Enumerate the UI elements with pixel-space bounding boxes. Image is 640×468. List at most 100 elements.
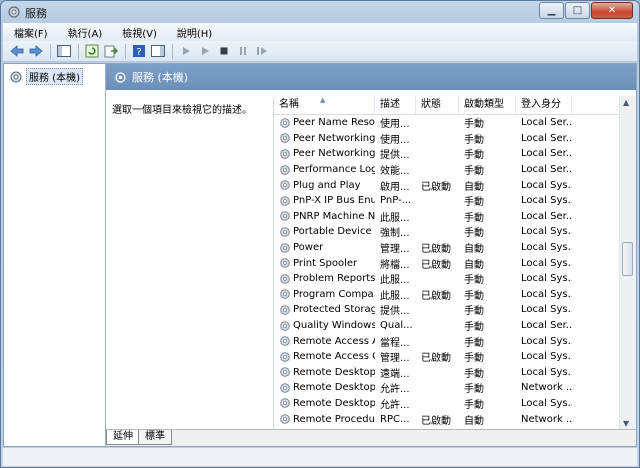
play-icon	[183, 47, 190, 55]
service-name: PNRP Machine N...	[293, 210, 375, 222]
service-status-cell: 已啟動	[421, 415, 451, 427]
service-logon-cell: Local Sys...	[521, 273, 572, 285]
menu-bar: 檔案(F) 執行(A) 檢視(V) 說明(H)	[3, 23, 637, 41]
status-bar	[3, 447, 637, 466]
table-row[interactable]: Remote Access C... 管理... 已啟動 手動 Local Sys...	[274, 349, 620, 365]
tab-extended[interactable]: 延伸	[106, 430, 140, 445]
column-header-log-on-as[interactable]: 登入身分	[516, 96, 572, 114]
menu-action[interactable]: 執行(A)	[57, 25, 112, 40]
menu-help[interactable]: 說明(H)	[166, 25, 221, 40]
show-hide-console-tree-button[interactable]	[56, 43, 72, 59]
service-name-cell: Portable Device ...	[274, 226, 375, 238]
table-row[interactable]: Peer Networking ... 使用... 手動 Local Ser...	[274, 131, 620, 147]
scrollbar-thumb[interactable]	[622, 242, 633, 276]
table-row[interactable]: Print Spooler 將檔... 已啟動 自動 Local Sys...	[274, 255, 620, 271]
caption-buttons: ▁ □ ✕	[538, 2, 633, 19]
service-name: Remote Procedu...	[293, 413, 375, 425]
table-row[interactable]: Program Compa... 此服... 已啟動 手動 Local Sys...	[274, 287, 620, 303]
service-startup-type-cell: 手動	[464, 275, 484, 287]
service-name-cell: Remote Procedu...	[274, 413, 375, 425]
back-button[interactable]	[9, 43, 25, 59]
tab-standard[interactable]: 標準	[138, 430, 172, 445]
table-row[interactable]: Remote Access A... 當程... 手動 Local Sys...	[274, 333, 620, 349]
svg-text:?: ?	[136, 47, 141, 58]
service-description-cell: 啟用...	[380, 181, 410, 193]
service-status-cell: 已啟動	[421, 353, 451, 365]
service-name-cell: Program Compa...	[274, 288, 375, 300]
services-gear-icon	[8, 6, 20, 18]
service-startup-type-cell: 手動	[464, 228, 484, 240]
menu-file[interactable]: 檔案(F)	[3, 25, 57, 40]
list-rows: Peer Name Resol...使用...手動Local Ser...Pee…	[274, 115, 620, 427]
close-button[interactable]: ✕	[591, 2, 633, 19]
export-list-button[interactable]	[103, 43, 119, 59]
table-row[interactable]: PNRP Machine N... 此服... 手動 Local Ser...	[274, 209, 620, 225]
export-list-icon	[104, 45, 118, 58]
start-service-alt-button[interactable]	[197, 43, 213, 59]
service-name: Remote Desktop...	[293, 382, 375, 394]
start-service-button[interactable]	[178, 43, 194, 59]
minimize-button[interactable]: ▁	[539, 2, 564, 19]
service-name-cell: PnP-X IP Bus Enu...	[274, 195, 375, 207]
service-gear-icon	[280, 273, 290, 284]
maximize-button[interactable]: □	[565, 2, 590, 19]
service-name: Remote Access C...	[293, 351, 375, 363]
service-name-cell: Peer Name Resol...	[274, 117, 375, 129]
client-area: 服務 (本機) 服務 (本機) 選取一個項目來檢視它的描述。 ▲ 名稱 描述 狀…	[3, 63, 637, 447]
column-header-status[interactable]: 狀態	[416, 96, 459, 114]
pause-service-button[interactable]	[235, 43, 251, 59]
column-header-description[interactable]: 描述	[375, 96, 416, 114]
service-name: Problem Reports...	[293, 273, 375, 285]
service-description-cell: RPC...	[380, 413, 410, 425]
table-row[interactable]: Remote Desktop... 允許... 手動 Local Sys...	[274, 396, 620, 412]
table-row[interactable]: Quality Windows... Qual... 手動 Local Ser...	[274, 318, 620, 334]
service-gear-icon	[280, 258, 290, 268]
service-startup-type-cell: 手動	[464, 399, 484, 411]
service-gear-icon	[280, 289, 290, 300]
table-row[interactable]: Power 管理... 已啟動 自動 Local Sys...	[274, 240, 620, 256]
pane-header-title: 服務 (本機)	[132, 71, 189, 84]
column-header-name[interactable]: ▲ 名稱	[274, 96, 375, 114]
service-name-cell: Protected Storage	[274, 304, 375, 316]
service-logon-cell: Local Sys...	[521, 335, 572, 347]
toolbar-separator	[125, 43, 126, 59]
service-gear-icon	[280, 180, 290, 190]
service-name-cell: Remote Access A...	[274, 335, 375, 347]
table-row[interactable]: Remote Procedu... RPC... 已啟動 自動 Network ...	[274, 411, 620, 427]
table-row[interactable]: Plug and Play 啟用... 已啟動 自動 Local Sys...	[274, 177, 620, 193]
service-startup-type-cell: 手動	[464, 322, 484, 334]
refresh-button[interactable]	[84, 43, 100, 59]
table-row[interactable]: Portable Device ... 強制... 手動 Local Sys...	[274, 224, 620, 240]
scroll-down-icon[interactable]: ▼	[623, 419, 629, 428]
service-logon-cell: Local Sys...	[521, 195, 572, 207]
table-row[interactable]: Peer Networking ... 提供... 手動 Local Ser...	[274, 146, 620, 162]
restart-service-button[interactable]	[254, 43, 270, 59]
service-logon-cell: Network ...	[521, 382, 572, 394]
forward-button[interactable]	[28, 43, 44, 59]
scroll-up-icon[interactable]: ▲	[623, 98, 629, 107]
service-logon-cell: Local Ser...	[521, 164, 572, 176]
table-row[interactable]: PnP-X IP Bus Enu... PnP-... 手動 Local Sys...	[274, 193, 620, 209]
service-name-cell: Remote Desktop...	[274, 397, 375, 409]
title-bar[interactable]: 服務 ▁ □ ✕	[1, 1, 639, 23]
table-row[interactable]: Protected Storage 提供... 手動 Local Sys...	[274, 302, 620, 318]
service-name: Power	[293, 242, 324, 254]
table-row[interactable]: Problem Reports... 此服... 手動 Local Sys...	[274, 271, 620, 287]
action-pane-icon	[151, 45, 165, 57]
service-name-cell: Remote Desktop...	[274, 366, 375, 378]
table-row[interactable]: Remote Desktop... 遠端... 手動 Local Sys...	[274, 365, 620, 381]
menu-view[interactable]: 檢視(V)	[111, 25, 166, 40]
show-hide-action-pane-button[interactable]	[150, 43, 166, 59]
stop-service-button[interactable]	[216, 43, 232, 59]
tree-node-services-local[interactable]: 服務 (本機)	[9, 68, 83, 85]
service-description-cell: 遠端...	[380, 368, 410, 380]
help-button[interactable]: ?	[131, 43, 147, 59]
pause-icon	[240, 47, 246, 55]
service-logon-cell: Local Ser...	[521, 320, 572, 332]
vertical-scrollbar[interactable]: ▲ ▼	[619, 96, 636, 430]
column-header-startup-type[interactable]: 啟動類型	[459, 96, 516, 114]
table-row[interactable]: Peer Name Resol... 使用... 手動 Local Ser...	[274, 115, 620, 131]
table-row[interactable]: Remote Desktop... 允許... 手動 Network ...	[274, 380, 620, 396]
table-row[interactable]: Performance Log... 效能... 手動 Local Ser...	[274, 162, 620, 178]
column-label: 名稱	[279, 99, 299, 110]
